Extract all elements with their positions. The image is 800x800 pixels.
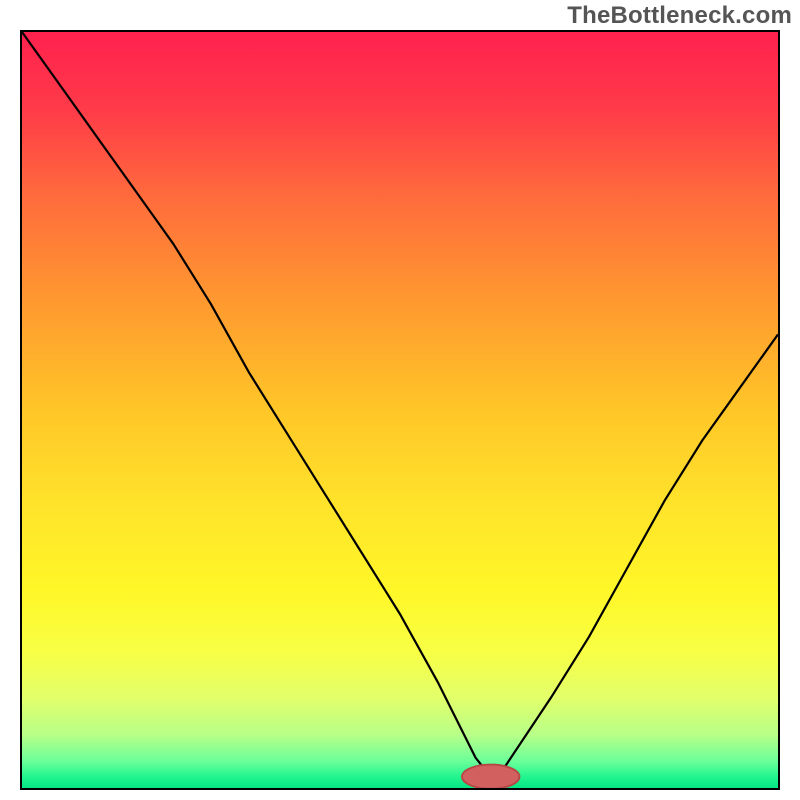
gradient-background	[22, 32, 778, 788]
plot-frame	[20, 30, 780, 790]
optimal-marker	[462, 765, 519, 788]
watermark-text: TheBottleneck.com	[567, 2, 792, 30]
plot-svg	[22, 32, 778, 788]
chart-stage: TheBottleneck.com	[0, 0, 800, 800]
